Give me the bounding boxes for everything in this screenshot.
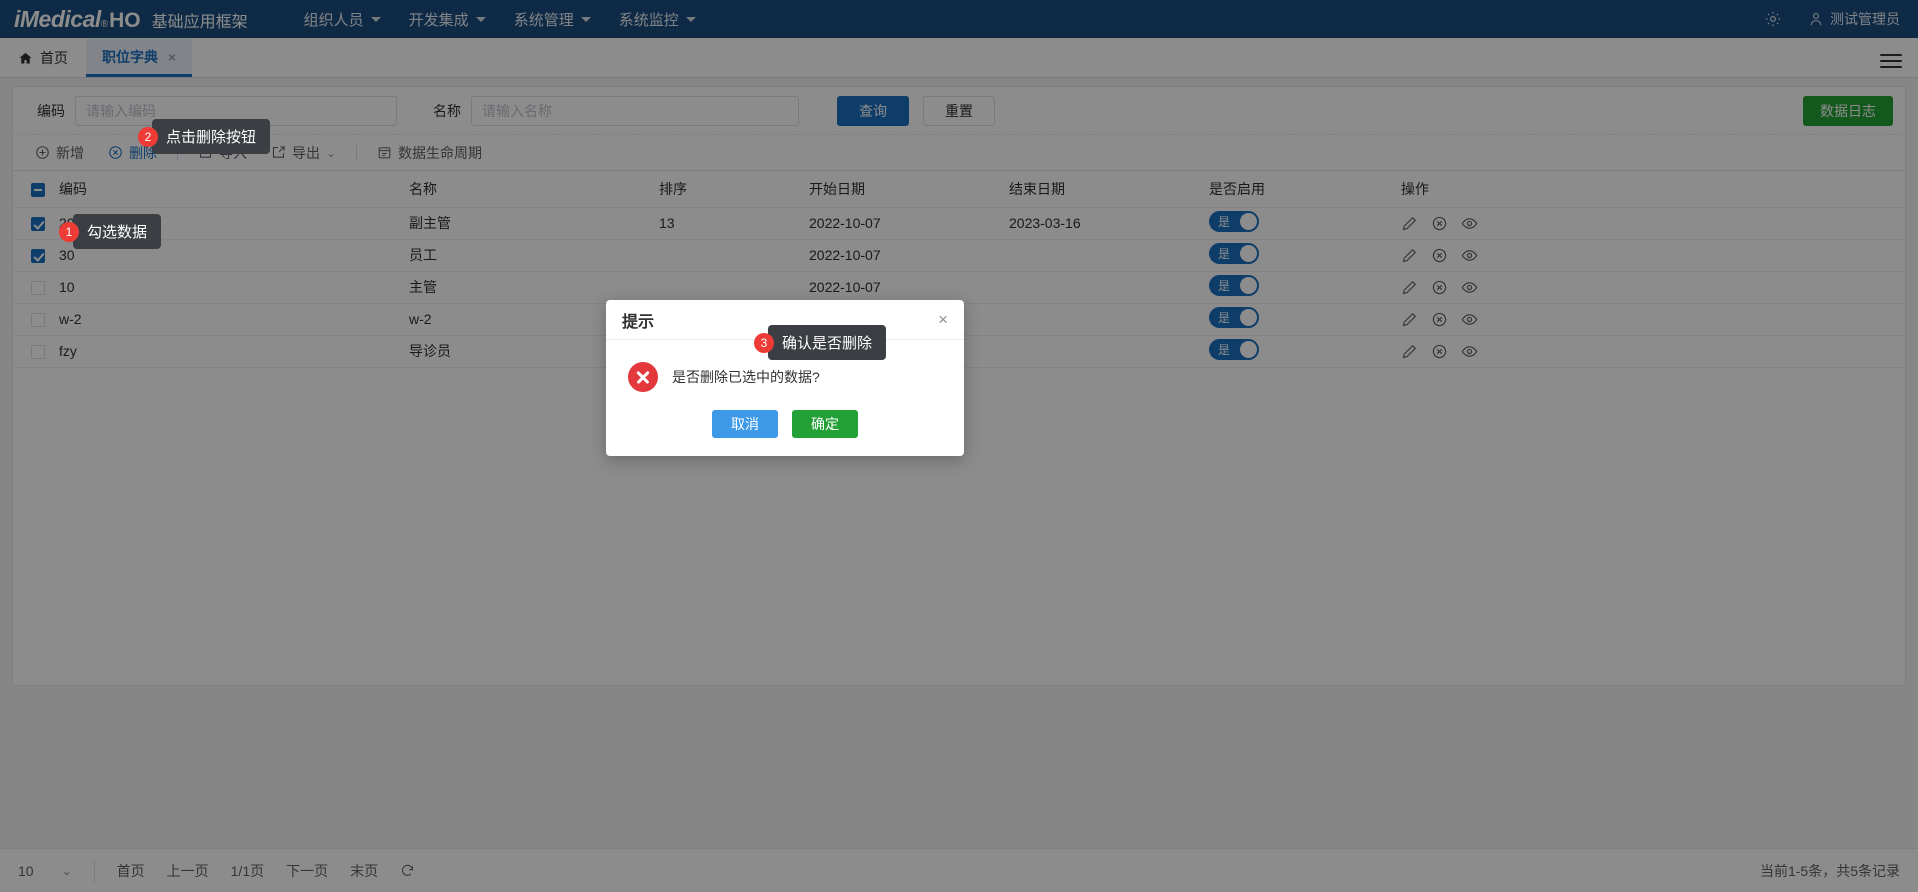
confirm-delete-dialog: 提示 × 是否删除已选中的数据? 取消 确定 [606,300,964,456]
coach-badge: 2 [138,126,158,147]
coach-badge: 1 [59,221,79,242]
coach-mark-3: 3 确认是否删除 [754,325,887,360]
error-x-icon [628,362,658,392]
coach-text: 确认是否删除 [768,325,887,360]
coach-mark-1: 1 勾选数据 [59,214,162,249]
dialog-title: 提示 [622,313,655,331]
close-icon[interactable]: × [938,311,948,328]
dialog-confirm-button[interactable]: 确定 [792,410,858,438]
coach-text: 点击删除按钮 [152,119,271,154]
coach-mark-2: 2 点击删除按钮 [138,119,271,154]
dialog-footer: 取消 确定 [606,410,964,456]
coach-text: 勾选数据 [73,214,162,249]
dialog-cancel-button[interactable]: 取消 [712,410,778,438]
coach-badge: 3 [754,332,774,353]
dialog-message: 是否删除已选中的数据? [672,369,820,385]
